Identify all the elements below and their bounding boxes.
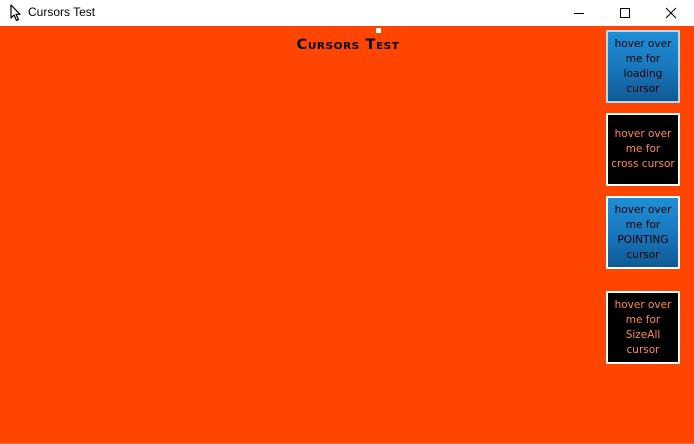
pointing-cursor-button[interactable]: hover over me for POINTING cursor — [606, 196, 680, 269]
main-canvas: Cursors Test hover over me for loading c… — [0, 26, 694, 444]
sizeall-cursor-button[interactable]: hover over me for SizeAll cursor — [606, 291, 680, 364]
window-title: Cursors Test — [28, 5, 96, 19]
cursor-arrow-icon — [8, 4, 24, 22]
loading-cursor-button[interactable]: hover over me for loading cursor — [606, 30, 680, 103]
minimize-icon — [573, 7, 585, 19]
window-titlebar[interactable]: Cursors Test — [0, 0, 694, 26]
page-heading: Cursors Test — [296, 37, 400, 53]
maximize-button[interactable] — [602, 0, 648, 26]
maximize-icon — [619, 7, 631, 19]
marker-dot — [376, 28, 381, 33]
close-icon — [665, 7, 677, 19]
cross-cursor-button[interactable]: hover over me for cross cursor — [606, 113, 680, 186]
minimize-button[interactable] — [556, 0, 602, 26]
close-button[interactable] — [648, 0, 694, 26]
